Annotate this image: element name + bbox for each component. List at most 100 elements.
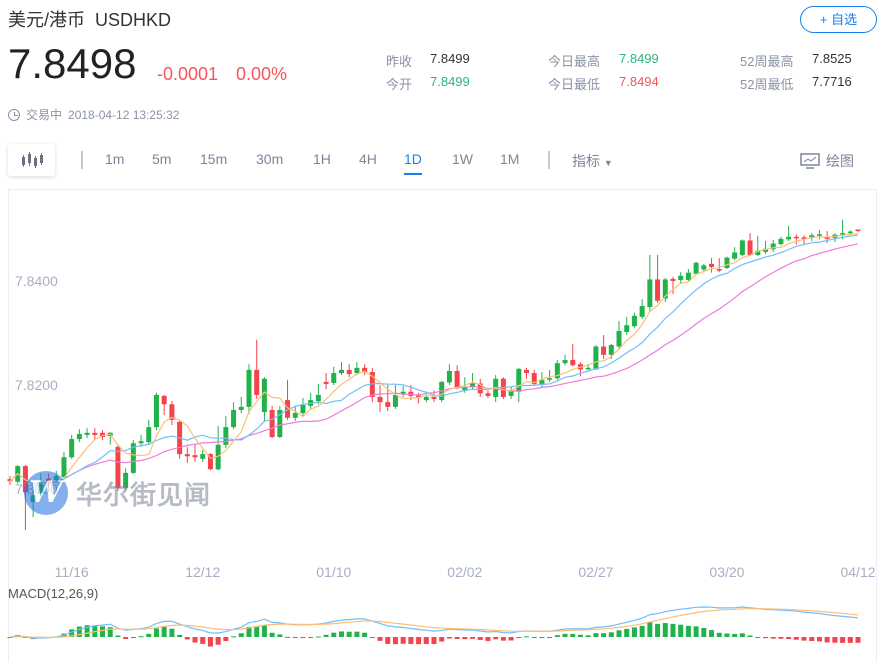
macd-histogram-bar xyxy=(315,636,321,638)
macd-histogram-bar xyxy=(585,635,591,637)
macd-histogram-bar xyxy=(855,637,861,643)
candlestick-chart xyxy=(7,219,861,647)
macd-histogram-bar xyxy=(655,623,661,637)
macd-histogram-bar xyxy=(431,637,437,645)
candle-body xyxy=(246,369,252,407)
candle-body xyxy=(392,394,398,407)
candle-body xyxy=(315,394,321,402)
macd-histogram-bar xyxy=(762,637,768,639)
candle-body xyxy=(300,404,306,414)
macd-histogram-bar xyxy=(130,637,136,638)
macd-histogram-bar xyxy=(685,625,691,637)
macd-histogram-bar xyxy=(462,637,468,640)
candle-body xyxy=(624,325,630,332)
macd-dea-line xyxy=(9,608,859,638)
candle-body xyxy=(231,409,237,428)
candle-body xyxy=(346,369,352,375)
candle-body xyxy=(238,406,244,410)
macd-histogram-bar xyxy=(470,637,476,639)
macd-histogram-bar xyxy=(261,625,267,637)
macd-histogram-bar xyxy=(639,625,645,637)
macd-histogram-bar xyxy=(770,637,776,639)
candle-body xyxy=(524,369,530,374)
macd-histogram-bar xyxy=(192,637,198,643)
macd-histogram-bar xyxy=(516,637,522,638)
candle-body xyxy=(786,236,792,240)
macd-histogram-bar xyxy=(269,632,275,637)
macd-histogram-bar xyxy=(778,637,784,639)
macd-histogram-bar xyxy=(832,637,838,643)
candle-body xyxy=(847,231,853,234)
candle-body xyxy=(732,252,738,259)
candle-body xyxy=(562,360,568,364)
macd-histogram-bar xyxy=(223,637,229,641)
candle-body xyxy=(423,396,429,401)
macd-histogram-bar xyxy=(701,627,707,637)
macd-histogram-bar xyxy=(100,626,106,637)
macd-histogram-bar xyxy=(308,637,314,638)
macd-histogram-bar xyxy=(693,626,699,637)
candle-body xyxy=(678,275,684,280)
macd-histogram-bar xyxy=(616,630,622,637)
candle-body xyxy=(655,279,661,301)
macd-histogram-bar xyxy=(662,623,668,637)
candle-body xyxy=(793,236,799,239)
candle-body xyxy=(200,454,206,459)
macd-histogram-bar xyxy=(500,637,506,641)
ma20-line xyxy=(9,243,859,485)
macd-histogram-bar xyxy=(670,623,676,637)
macd-histogram-bar xyxy=(531,637,537,638)
macd-histogram-bar xyxy=(446,637,452,639)
macd-histogram-bar xyxy=(285,636,291,638)
candle-body xyxy=(338,369,344,374)
macd-histogram-bar xyxy=(624,628,630,637)
macd-histogram-bar xyxy=(392,637,398,645)
candle-body xyxy=(269,409,275,437)
macd-histogram-bar xyxy=(300,637,306,638)
candle-body xyxy=(431,396,437,400)
macd-histogram-bar xyxy=(454,637,460,639)
macd-histogram-bar xyxy=(601,633,607,637)
macd-histogram-bar xyxy=(408,637,414,644)
watermark-text: 华尔街见闻 xyxy=(76,480,212,511)
candle-body xyxy=(323,381,329,384)
candle-body xyxy=(446,370,452,383)
macd-histogram-bar xyxy=(739,633,745,637)
macd-histogram-bar xyxy=(207,637,213,647)
candle-body xyxy=(254,369,260,395)
macd-histogram-bar xyxy=(146,633,152,637)
macd-histogram-bar xyxy=(277,634,283,637)
macd-histogram-bar xyxy=(123,637,129,640)
macd-histogram-bar xyxy=(562,633,568,637)
macd-histogram-bar xyxy=(215,637,221,645)
candle-body xyxy=(547,378,553,380)
macd-histogram-bar xyxy=(169,628,175,637)
candle-body xyxy=(608,344,614,355)
macd-histogram-bar xyxy=(362,632,368,637)
candle-body xyxy=(261,378,267,413)
macd-histogram-bar xyxy=(732,633,738,637)
ma10-line xyxy=(9,234,859,485)
macd-histogram-bar xyxy=(724,633,730,637)
candle-body xyxy=(138,441,144,444)
macd-histogram-bar xyxy=(554,635,560,637)
candle-body xyxy=(816,234,822,236)
candle-body xyxy=(84,432,90,435)
macd-histogram-bar xyxy=(385,637,391,644)
macd-histogram-bar xyxy=(331,632,337,637)
macd-histogram-bar xyxy=(755,636,761,638)
candle-body xyxy=(223,427,229,445)
candle-body xyxy=(647,279,653,307)
macd-histogram-bar xyxy=(115,635,121,637)
candle-body xyxy=(709,263,715,267)
candle-body xyxy=(747,240,753,255)
macd-histogram-bar xyxy=(485,637,491,641)
macd-histogram-bar xyxy=(524,636,530,638)
macd-histogram-bar xyxy=(416,637,422,645)
candle-body xyxy=(778,238,784,245)
candle-body xyxy=(670,278,676,281)
macd-histogram-bar xyxy=(539,637,545,638)
candle-body xyxy=(601,346,607,355)
macd-histogram-bar xyxy=(338,631,344,637)
candle-body xyxy=(184,454,190,457)
